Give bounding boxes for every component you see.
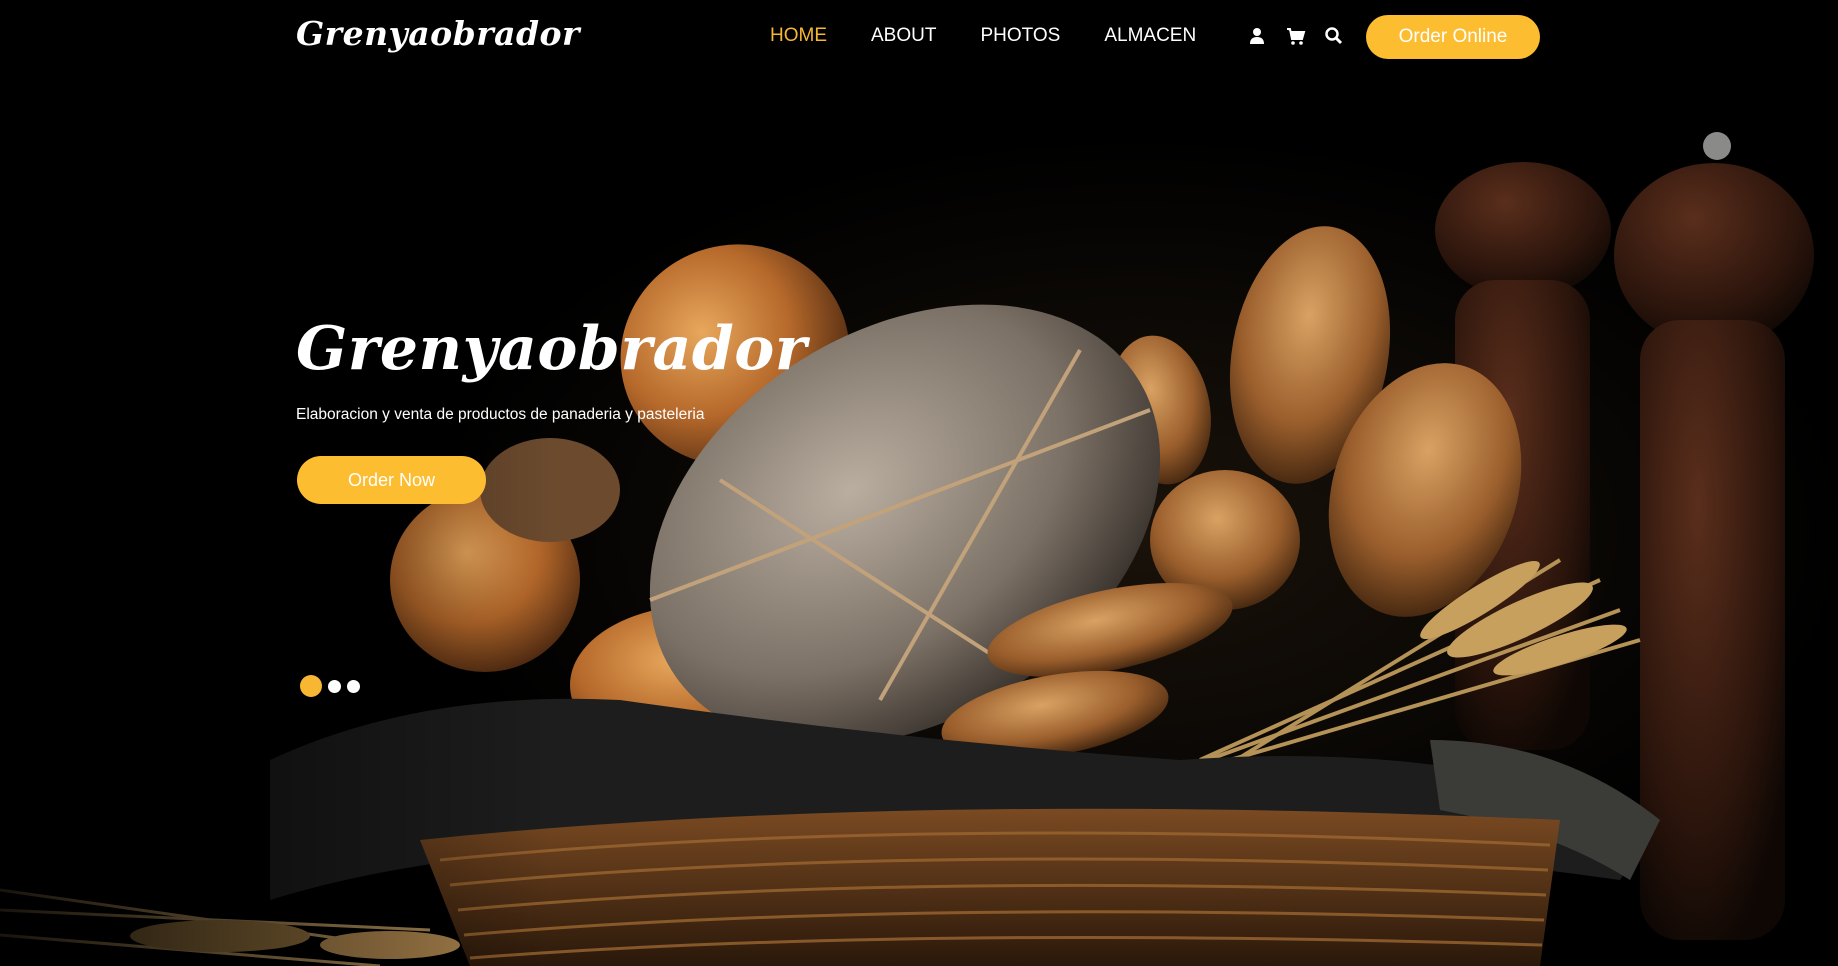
main-nav: HOME ABOUT PHOTOS ALMACEN <box>770 25 1196 47</box>
hero-title: Grenyaobrador <box>296 314 807 384</box>
header-icons <box>1248 26 1343 46</box>
site-header: Grenyaobrador HOME ABOUT PHOTOS ALMACEN … <box>0 0 1838 76</box>
hero-subtitle: Elaboracion y venta de productos de pana… <box>296 406 705 423</box>
slide-dot-1[interactable] <box>300 675 322 697</box>
brand-logo[interactable]: Grenyaobrador <box>296 14 580 53</box>
hero-background-image <box>0 0 1838 966</box>
slide-dot-2[interactable] <box>328 679 341 693</box>
search-icon[interactable] <box>1324 26 1343 46</box>
user-icon[interactable] <box>1248 26 1266 46</box>
nav-almacen[interactable]: ALMACEN <box>1104 25 1196 47</box>
slider-indicators <box>300 675 360 697</box>
nav-photos[interactable]: PHOTOS <box>980 25 1060 47</box>
cart-icon[interactable] <box>1286 26 1306 46</box>
nav-home[interactable]: HOME <box>770 25 827 47</box>
order-online-button[interactable]: Order Online <box>1366 15 1540 59</box>
order-now-button[interactable]: Order Now <box>297 456 486 504</box>
slide-dot-3[interactable] <box>347 679 360 693</box>
nav-about[interactable]: ABOUT <box>871 25 936 47</box>
